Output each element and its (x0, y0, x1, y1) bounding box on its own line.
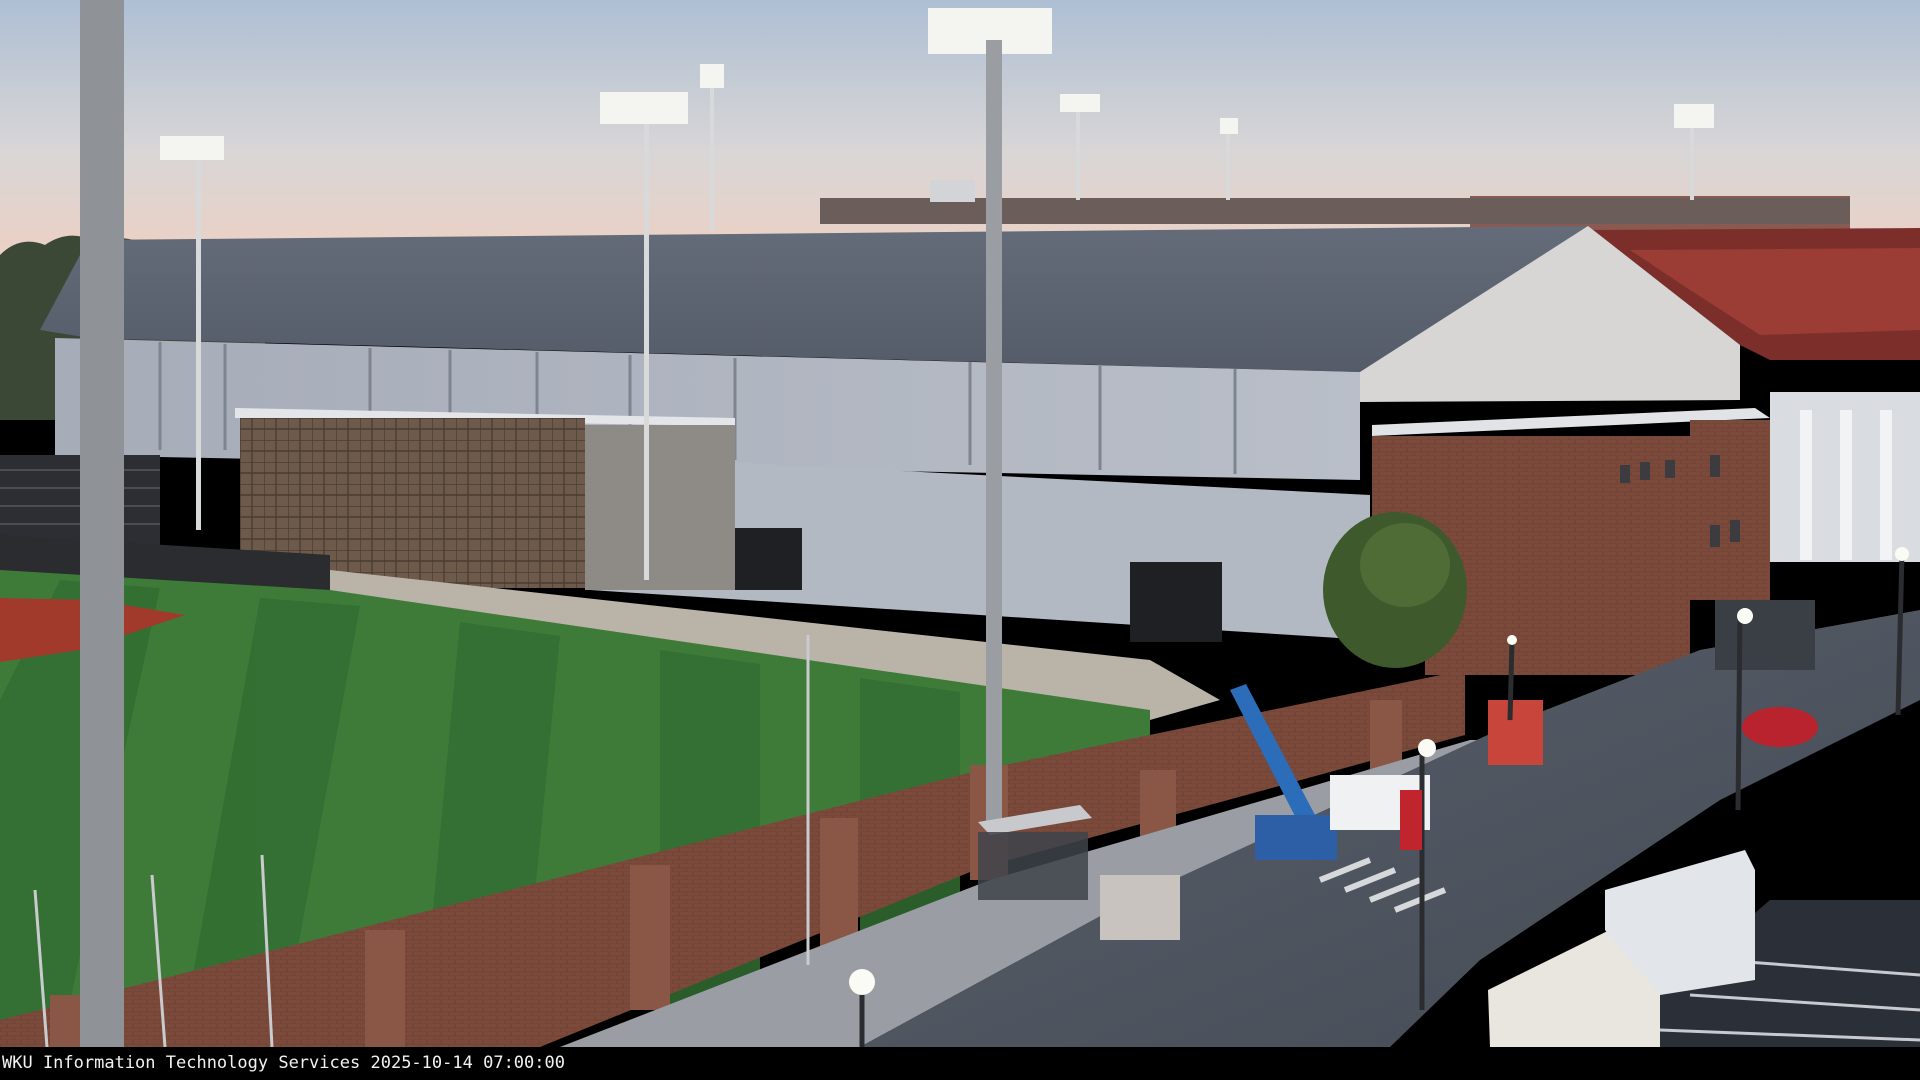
scissor-lift (1488, 700, 1543, 765)
street-banner (1400, 790, 1422, 850)
caption-organization: WKU Information Technology Services (2, 1053, 361, 1073)
camera-timestamp-overlay: WKU Information Technology Services 2025… (0, 1047, 1920, 1080)
brick-building-east-wing (1690, 420, 1770, 600)
caption-time: 07:00:00 (483, 1053, 565, 1073)
loading-door-left (730, 528, 802, 590)
scaffold-building-side (585, 425, 735, 590)
boom-lift-base (1255, 815, 1337, 860)
foreground-light-pole-center (986, 40, 1002, 830)
loading-door-right (1130, 562, 1222, 642)
camera-frame: WKU Information Technology Services 2025… (0, 0, 1920, 1080)
bus-shelter (978, 832, 1088, 900)
tree-highlight (1360, 523, 1450, 607)
red-car (1742, 707, 1818, 747)
compact-track-loader (1100, 875, 1180, 940)
box-truck (1715, 600, 1815, 670)
caption-date: 2025-10-14 (370, 1053, 473, 1073)
foreground-light-pole-left (80, 0, 124, 1047)
stadium-pressbox (930, 180, 975, 202)
campus-construction-scene (0, 0, 1920, 1048)
